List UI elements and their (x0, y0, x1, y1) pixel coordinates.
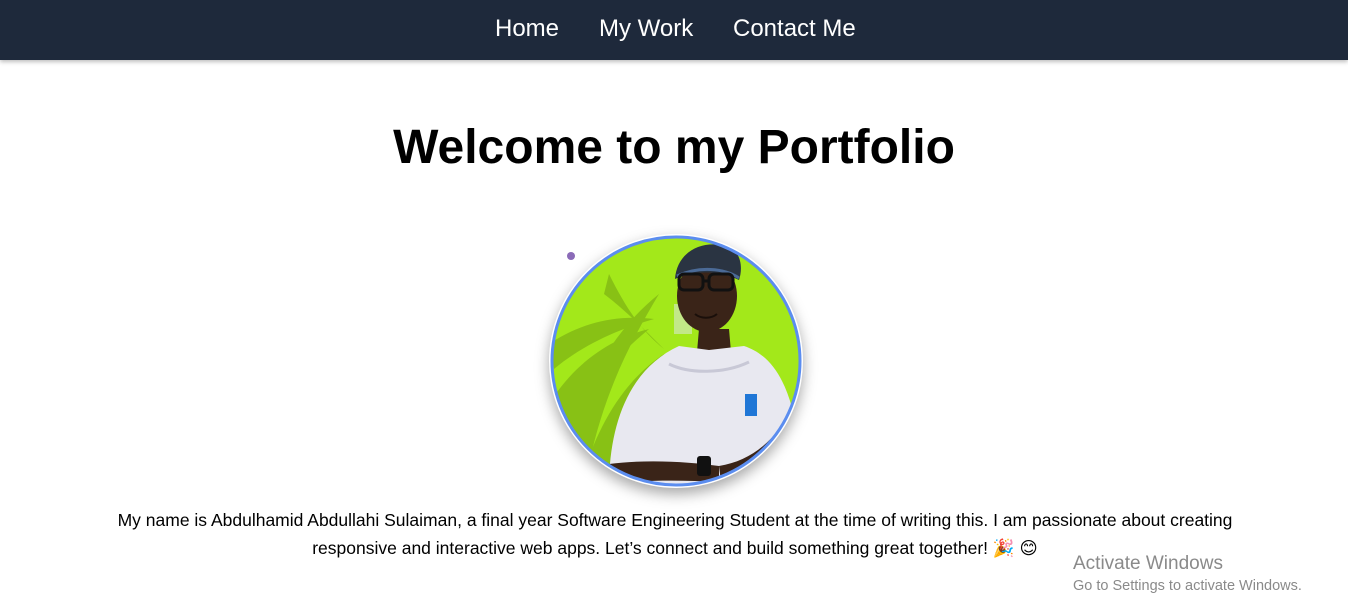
decorative-dot (567, 252, 575, 260)
nav-link-contact-me[interactable]: Contact Me (733, 14, 856, 44)
page-title: Welcome to my Portfolio (393, 121, 955, 174)
nav-link-home[interactable]: Home (495, 14, 559, 44)
watermark-subtitle: Go to Settings to activate Windows. (1073, 578, 1302, 594)
nav-link-my-work[interactable]: My Work (599, 14, 693, 44)
profile-photo-illustration (550, 235, 802, 487)
navbar: Home My Work Contact Me (0, 0, 1348, 60)
watermark-title: Activate Windows (1073, 553, 1223, 574)
activate-windows-watermark: Activate Windows Go to Settings to activ… (1073, 553, 1302, 596)
profile-avatar (549, 234, 803, 488)
